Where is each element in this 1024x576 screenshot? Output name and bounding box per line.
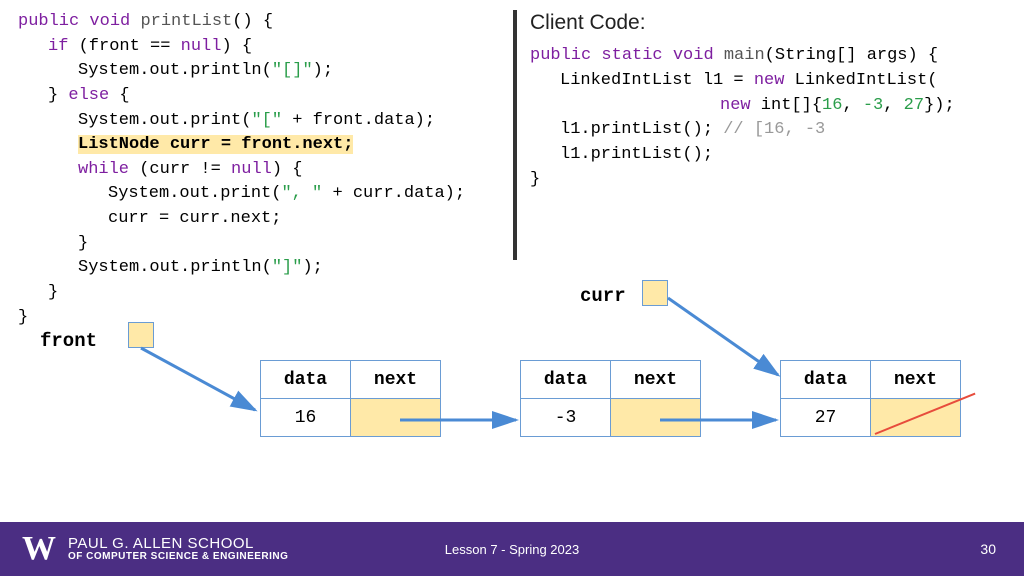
highlighted-line: ListNode curr = front.next; — [78, 135, 353, 154]
node-3: datanext 27 — [780, 360, 961, 437]
uw-logo-icon: W — [22, 530, 56, 568]
curr-pointer-box — [642, 280, 668, 306]
client-code: Client Code: public static void main(Str… — [530, 8, 955, 192]
school-name: PAUL G. ALLEN SCHOOL OF COMPUTER SCIENCE… — [68, 536, 288, 562]
node-2: datanext -3 — [520, 360, 701, 437]
front-label: front — [40, 330, 97, 352]
node-1: datanext 16 — [260, 360, 441, 437]
curr-label: curr — [580, 285, 626, 307]
linked-list-diagram: front curr datanext 16 datanext -3 datan… — [0, 280, 1024, 510]
lesson-label: Lesson 7 - Spring 2023 — [445, 542, 579, 557]
vertical-divider — [513, 10, 517, 260]
front-pointer-box — [128, 322, 154, 348]
client-title: Client Code: — [530, 8, 955, 38]
page-number: 30 — [980, 541, 996, 557]
footer-bar: W PAUL G. ALLEN SCHOOL OF COMPUTER SCIEN… — [0, 522, 1024, 576]
